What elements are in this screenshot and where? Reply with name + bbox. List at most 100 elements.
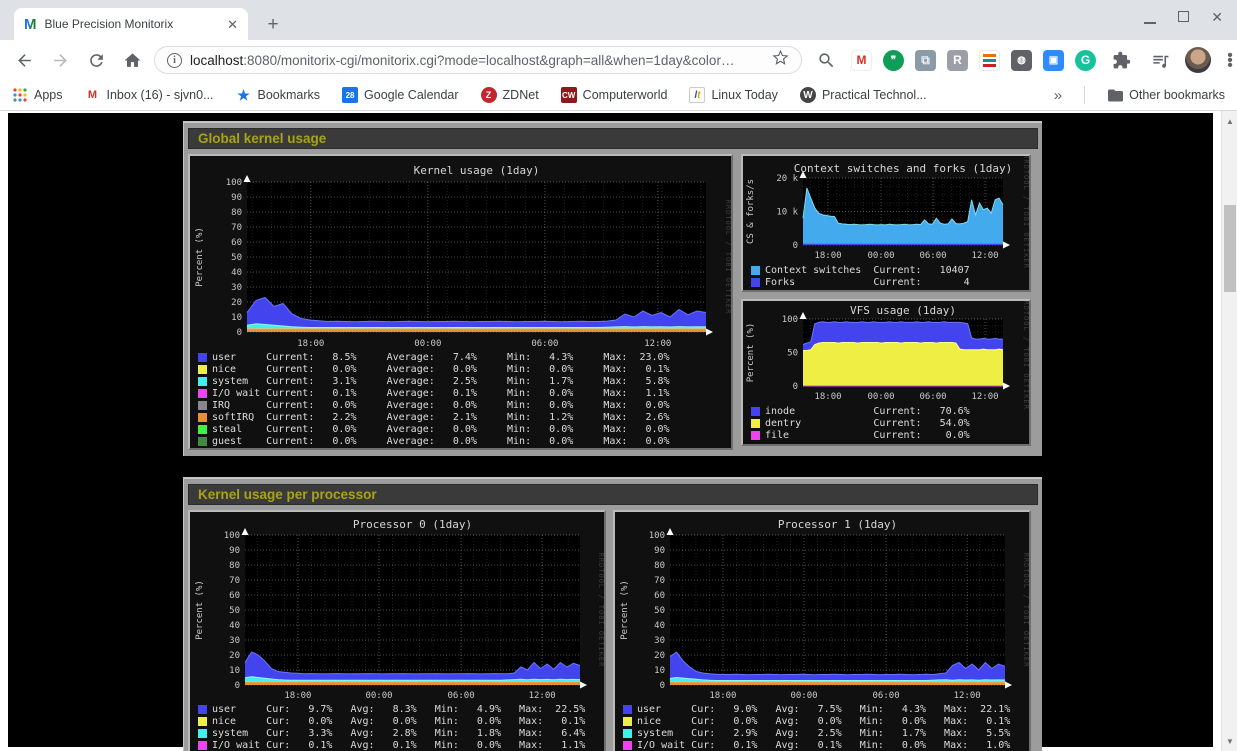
svg-text:VFS usage (1day): VFS usage (1day) — [850, 304, 956, 317]
url-text: localhost:8080/monitorix-cgi/monitorix.c… — [190, 53, 764, 68]
svg-text:60: 60 — [654, 591, 665, 601]
legend-row: I/O wait Cur: 0.1% Avg: 0.1% Min: 0.0% M… — [198, 740, 585, 751]
context-switches-graph[interactable]: 18:0000:0006:0012:00010 k20 kContext swi… — [741, 154, 1031, 292]
svg-text:18:00: 18:00 — [814, 251, 841, 261]
svg-text:Percent (%): Percent (%) — [746, 323, 756, 383]
bookmarks-overflow-chevron[interactable]: » — [1054, 87, 1062, 104]
legend-row: softIRQ Current: 2.2% Average: 2.1% Min:… — [198, 412, 670, 423]
legend-swatch-icon — [751, 278, 760, 287]
extensions-puzzle-icon[interactable] — [1107, 46, 1135, 74]
section-header: Kernel usage per processor — [188, 484, 1038, 505]
search-extension-icon[interactable] — [812, 46, 840, 74]
copy-pages-extension-icon[interactable]: ⧉ — [915, 50, 936, 71]
profile-avatar[interactable] — [1185, 47, 1211, 73]
bookmark-computerworld[interactable]: CW Computerworld — [561, 87, 668, 103]
page-info-icon[interactable]: i — [167, 53, 182, 68]
svg-text:70: 70 — [229, 576, 240, 586]
svg-text:Context switches and forks (1: Context switches and forks (1day) — [794, 162, 1013, 175]
legend-row: nice Cur: 0.0% Avg: 0.0% Min: 0.0% Max: … — [198, 716, 585, 727]
legend-text: system Cur: 3.3% Avg: 2.8% Min: 1.8% Max… — [212, 728, 585, 739]
page-scrollbar[interactable]: ▲ ▼ — [1221, 111, 1237, 751]
legend-row: nice Cur: 0.0% Avg: 0.0% Min: 0.0% Max: … — [623, 716, 1010, 727]
legend-row: user Current: 8.5% Average: 7.4% Min: 4.… — [198, 352, 670, 363]
scrollbar-up-arrow[interactable]: ▲ — [1222, 113, 1237, 129]
svg-text:20: 20 — [654, 651, 665, 661]
home-button[interactable] — [118, 46, 146, 74]
legend-swatch-icon — [198, 437, 207, 446]
svg-text:Percent (%): Percent (%) — [195, 227, 205, 287]
bookmark-linux-today[interactable]: lt Linux Today — [689, 87, 778, 103]
forward-arrow-icon — [51, 51, 70, 70]
tab-strip: M Blue Precision Monitorix ✕ + ✕ — [0, 0, 1237, 40]
new-tab-button[interactable]: + — [262, 14, 284, 36]
lighthouse-extension-icon[interactable]: ◍ — [1011, 50, 1032, 71]
legend-text: system Current: 3.1% Average: 2.5% Min: … — [212, 376, 670, 387]
svg-text:80: 80 — [654, 561, 665, 571]
bookmark-zdnet[interactable]: Z ZDNet — [481, 87, 539, 103]
svg-text:Percent (%): Percent (%) — [195, 580, 205, 640]
back-button[interactable] — [10, 46, 38, 74]
vfs-usage-graph[interactable]: 18:0000:0006:0012:00050100VFS usage (1da… — [741, 299, 1031, 446]
r-extension-icon[interactable]: R — [947, 50, 968, 71]
svg-text:20 k: 20 k — [776, 174, 798, 184]
legend-row: guest Current: 0.0% Average: 0.0% Min: 0… — [198, 436, 670, 447]
forward-button[interactable] — [46, 46, 74, 74]
svg-text:00:00: 00:00 — [867, 251, 894, 261]
browser-toolbar: i localhost:8080/monitorix-cgi/monitorix… — [0, 40, 1237, 80]
other-bookmarks-button[interactable]: Other bookmarks — [1107, 87, 1225, 103]
browser-menu-icon[interactable]: ••• — [1222, 53, 1237, 68]
legend-text: I/O wait Cur: 0.1% Avg: 0.1% Min: 0.0% M… — [212, 740, 585, 751]
close-button[interactable]: ✕ — [1211, 10, 1223, 24]
address-bar[interactable]: i localhost:8080/monitorix-cgi/monitorix… — [154, 46, 802, 74]
legend-swatch-icon — [198, 413, 207, 422]
legend-swatch-icon — [751, 266, 760, 275]
books-extension-icon[interactable] — [979, 50, 1000, 71]
processor-1-graph[interactable]: 18:0000:0006:0012:0001020304050607080901… — [613, 510, 1031, 751]
minimize-button[interactable] — [1144, 10, 1156, 24]
legend-swatch-icon — [198, 389, 207, 398]
tab-close-icon[interactable]: ✕ — [227, 18, 238, 31]
svg-text:90: 90 — [231, 193, 242, 203]
bookmark-star-icon[interactable] — [772, 49, 789, 71]
svg-text:60: 60 — [229, 591, 240, 601]
gmail-extension-icon[interactable]: M — [851, 50, 872, 71]
legend-row: user Cur: 9.7% Avg: 8.3% Min: 4.9% Max: … — [198, 704, 585, 715]
reload-button[interactable] — [82, 46, 110, 74]
svg-text:40: 40 — [231, 268, 242, 278]
legend-text: user Cur: 9.0% Avg: 7.5% Min: 4.3% Max: … — [637, 704, 1010, 715]
browser-tab[interactable]: M Blue Precision Monitorix ✕ — [14, 8, 248, 40]
svg-text:100: 100 — [224, 531, 240, 541]
svg-text:0: 0 — [660, 681, 665, 691]
svg-text:100: 100 — [226, 178, 242, 188]
svg-text:RRDTOOL / TOBI OETIKER: RRDTOOL / TOBI OETIKER — [1022, 553, 1029, 668]
bookmark-google-calendar[interactable]: 28 Google Calendar — [342, 87, 459, 103]
media-queue-icon[interactable] — [1146, 46, 1174, 74]
svg-text:50: 50 — [787, 349, 798, 359]
monitorix-favicon-icon: M — [24, 16, 37, 33]
svg-text:60: 60 — [231, 238, 242, 248]
zoom-extension-icon[interactable]: ▣ — [1043, 50, 1064, 71]
legend-row: user Cur: 9.0% Avg: 7.5% Min: 4.3% Max: … — [623, 704, 1010, 715]
legend-row: system Cur: 2.9% Avg: 2.5% Min: 1.7% Max… — [623, 728, 1010, 739]
svg-text:50: 50 — [654, 606, 665, 616]
reload-icon — [87, 51, 106, 70]
grammarly-extension-icon[interactable]: G — [1075, 50, 1096, 71]
svg-text:10 k: 10 k — [776, 208, 798, 218]
processor-0-graph[interactable]: 18:0000:0006:0012:0001020304050607080901… — [188, 510, 606, 751]
svg-text:18:00: 18:00 — [297, 339, 324, 349]
kernel-usage-graph[interactable]: 18:0000:0006:0012:0001020304050607080901… — [188, 154, 733, 450]
bookmark-practical-technology[interactable]: W Practical Technol... — [800, 87, 927, 103]
scrollbar-thumb[interactable] — [1224, 205, 1236, 292]
zdnet-icon: Z — [481, 87, 497, 103]
scrollbar-down-arrow[interactable]: ▼ — [1222, 733, 1237, 749]
computerworld-icon: CW — [561, 87, 577, 103]
hangouts-extension-icon[interactable]: ❞ — [883, 50, 904, 71]
section-title: Global kernel usage — [198, 131, 326, 146]
legend-text: nice Cur: 0.0% Avg: 0.0% Min: 0.0% Max: … — [637, 716, 1010, 727]
section-title: Kernel usage per processor — [198, 487, 377, 502]
maximize-button[interactable] — [1178, 10, 1189, 24]
gmail-icon: M — [85, 87, 101, 103]
bookmark-apps[interactable]: Apps — [12, 87, 63, 103]
bookmark-inbox[interactable]: M Inbox (16) - sjvn0... — [85, 87, 214, 103]
bookmark-bookmarks[interactable]: ★ Bookmarks — [236, 87, 321, 103]
